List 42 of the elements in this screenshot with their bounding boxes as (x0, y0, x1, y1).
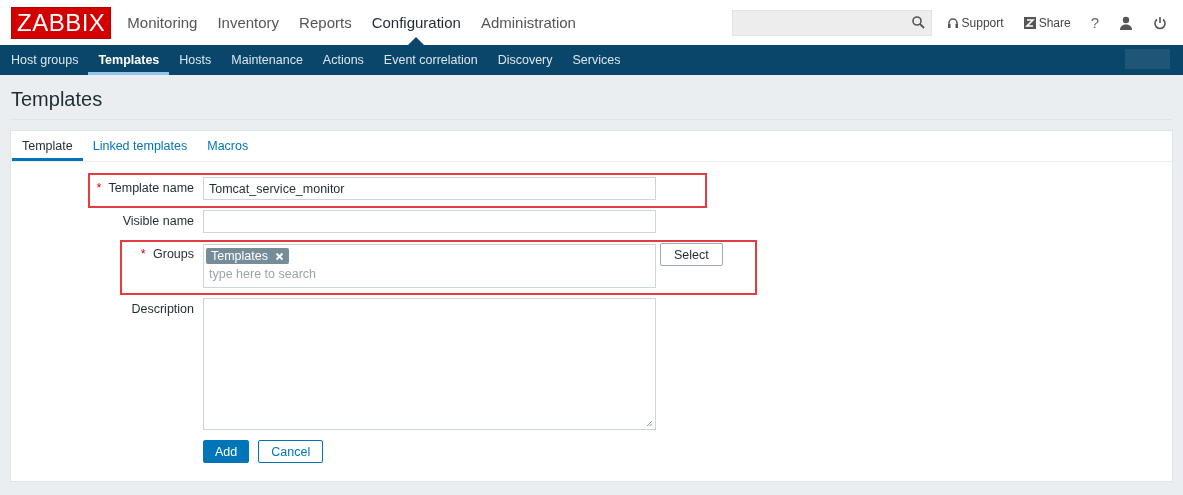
support-link[interactable]: Support (946, 15, 1004, 30)
main-menu-item[interactable]: Monitoring (117, 0, 208, 45)
field-label: Groups (153, 247, 194, 261)
sub-menu-item[interactable]: Templates (88, 45, 170, 75)
select-button[interactable]: Select (660, 243, 723, 266)
tag-label: Templates (211, 249, 268, 263)
power-icon[interactable] (1153, 15, 1167, 30)
main-menu-item[interactable]: Inventory (207, 0, 290, 45)
sub-menu-item[interactable]: Event correlation (373, 45, 488, 75)
required-mark: * (96, 181, 102, 195)
sub-menu-item[interactable]: Discovery (487, 45, 563, 75)
sub-menu-item[interactable]: Maintenance (221, 45, 313, 75)
tab[interactable]: Linked templates (82, 131, 198, 161)
add-button[interactable]: Add (203, 440, 250, 463)
headset-icon (946, 16, 959, 29)
text-input[interactable]: Tomcat_service_monitor (203, 177, 656, 200)
share-link[interactable]: Share (1023, 15, 1071, 30)
main-menu-item[interactable]: Reports (289, 0, 362, 45)
field-label: Description (131, 302, 194, 316)
field-label: Visible name (122, 214, 194, 228)
search-icon (911, 15, 925, 29)
sub-menu-item[interactable]: Actions (312, 45, 374, 75)
z-logo-icon (1023, 16, 1036, 29)
help-link[interactable]: ? (1090, 14, 1099, 31)
placeholder-text: type here to search (208, 266, 317, 281)
user-icon[interactable] (1119, 15, 1133, 30)
page-title: Templates (10, 75, 1173, 120)
main-menu-item[interactable]: Configuration (361, 0, 471, 45)
tab[interactable]: Template (12, 131, 83, 161)
sub-menu-item[interactable]: Services (562, 45, 631, 75)
text-input[interactable] (203, 210, 656, 233)
required-mark: * (140, 247, 146, 261)
search-field[interactable] (731, 9, 932, 36)
main-menu-item[interactable]: Administration (470, 0, 586, 45)
field-label: Template name (108, 181, 194, 195)
sub-menu-item[interactable]: Hosts (169, 45, 222, 75)
resize-grip-icon (646, 420, 653, 427)
cancel-button[interactable]: Cancel (258, 440, 324, 463)
remove-icon[interactable] (275, 251, 284, 261)
zabbix-logo[interactable]: ZABBIX (11, 6, 112, 39)
sub-menu-item[interactable]: Host groups (1, 45, 89, 75)
tab[interactable]: Macros (197, 131, 259, 161)
